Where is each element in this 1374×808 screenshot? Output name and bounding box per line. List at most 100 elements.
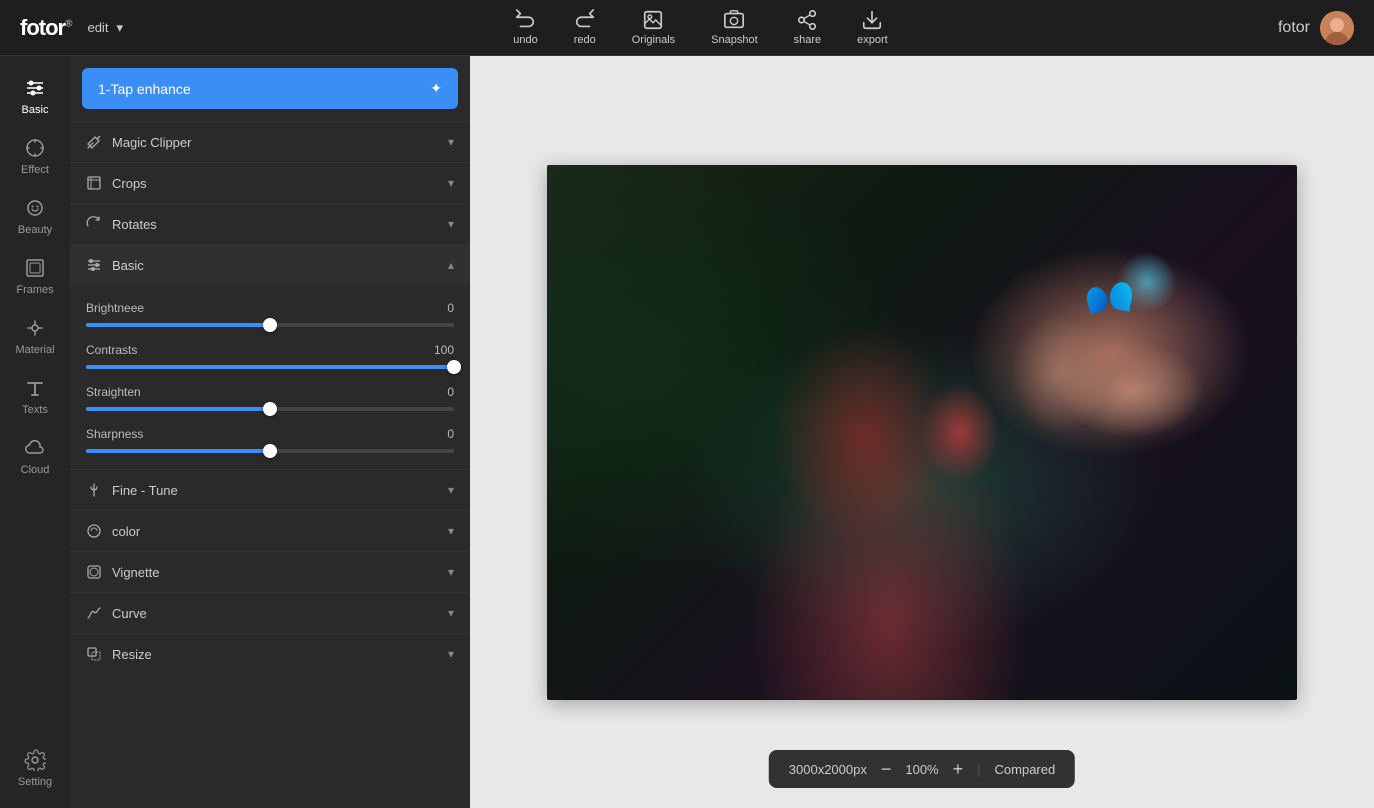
straighten-label-row: Straighten 0 — [86, 385, 454, 399]
straighten-fill — [86, 407, 270, 411]
chevron-right-icon: ▾ — [448, 647, 454, 661]
toolbar-originals[interactable]: Originals — [632, 9, 675, 46]
brightness-label: Brightneee — [86, 301, 144, 315]
redo-label: redo — [574, 34, 596, 46]
snapshot-label: Snapshot — [711, 34, 757, 46]
sidebar-item-effect[interactable]: Effect — [5, 128, 65, 184]
contrasts-label-row: Contrasts 100 — [86, 343, 454, 357]
contrasts-thumb[interactable] — [447, 360, 461, 374]
sharpness-thumb[interactable] — [263, 444, 277, 458]
magic-clipper-left: Magic Clipper — [86, 134, 191, 150]
straighten-thumb[interactable] — [263, 402, 277, 416]
rotates-label: Rotates — [112, 217, 157, 232]
basic-left: Basic — [86, 257, 144, 273]
avatar-image — [1320, 11, 1354, 45]
chevron-right-icon: ▾ — [448, 524, 454, 538]
resize-label: Resize — [112, 647, 152, 662]
sidebar-item-cloud[interactable]: Cloud — [5, 428, 65, 484]
magic-clipper-icon — [86, 134, 102, 150]
zoom-out-button[interactable]: − — [881, 760, 892, 778]
separator: | — [977, 762, 980, 777]
compared-button[interactable]: Compared — [995, 762, 1056, 777]
beauty-icon — [23, 196, 47, 220]
toolbar-undo[interactable]: undo — [513, 9, 537, 46]
export-icon — [861, 9, 883, 31]
crops-section[interactable]: Crops ▾ — [70, 162, 470, 203]
vignette-icon — [86, 564, 102, 580]
effect-icon — [23, 136, 47, 160]
sidebar-effect-label: Effect — [21, 164, 49, 176]
contrasts-track[interactable] — [86, 365, 454, 369]
basic-section-label: Basic — [112, 258, 144, 273]
sidebar-item-frames[interactable]: Frames — [5, 248, 65, 304]
cloud-icon — [23, 436, 47, 460]
basic-section-header[interactable]: Basic ▴ — [70, 244, 470, 285]
enhance-button[interactable]: 1-Tap enhance ✦ — [82, 68, 458, 109]
canvas-area: 3000x2000px − 100% + | Compared — [470, 56, 1374, 808]
vignette-left: Vignette — [86, 564, 159, 580]
chevron-right-icon: ▾ — [448, 565, 454, 579]
material-icon — [23, 316, 47, 340]
toolbar-snapshot[interactable]: Snapshot — [711, 9, 757, 46]
undo-label: undo — [513, 34, 537, 46]
color-label: color — [112, 524, 140, 539]
originals-label: Originals — [632, 34, 675, 46]
curve-section[interactable]: Curve ▾ — [70, 592, 470, 633]
brightness-slider-row: Brightneee 0 — [86, 301, 454, 327]
zoom-level: 100% — [905, 762, 938, 777]
basic-sliders-icon — [86, 257, 102, 273]
sidebar-item-texts[interactable]: Texts — [5, 368, 65, 424]
sidebar-setting-label: Setting — [18, 776, 52, 788]
undo-icon — [514, 9, 536, 31]
brightness-label-row: Brightneee 0 — [86, 301, 454, 315]
resize-section[interactable]: Resize ▾ — [70, 633, 470, 674]
magic-clipper-section[interactable]: Magic Clipper ▾ — [70, 121, 470, 162]
share-label: share — [794, 34, 822, 46]
contrasts-label: Contrasts — [86, 343, 137, 357]
brightness-track[interactable] — [86, 323, 454, 327]
toolbar-export[interactable]: export — [857, 9, 888, 46]
sidebar-beauty-label: Beauty — [18, 224, 52, 236]
export-label: export — [857, 34, 888, 46]
crops-label: Crops — [112, 176, 147, 191]
sidebar-item-beauty[interactable]: Beauty — [5, 188, 65, 244]
user-avatar[interactable] — [1320, 11, 1354, 45]
curve-icon — [86, 605, 102, 621]
straighten-slider-row: Straighten 0 — [86, 385, 454, 411]
snapshot-icon — [723, 9, 745, 31]
sharpness-slider-row: Sharpness 0 — [86, 427, 454, 453]
user-label: fotor — [1278, 19, 1310, 37]
top-bar-left: fotor® edit ▾ — [20, 15, 123, 41]
butterfly-wing-right — [1108, 280, 1135, 311]
butterfly-wing-left — [1084, 285, 1110, 314]
magic-wand-icon: ✦ — [430, 80, 442, 97]
color-section[interactable]: color ▾ — [70, 510, 470, 551]
brightness-thumb[interactable] — [263, 318, 277, 332]
frames-icon — [23, 256, 47, 280]
edit-label: edit — [87, 20, 108, 35]
sidebar-cloud-label: Cloud — [21, 464, 50, 476]
basic-sliders: Brightneee 0 Contrasts 100 — [70, 301, 470, 469]
resize-icon — [86, 646, 102, 662]
sidebar-item-basic[interactable]: Basic — [5, 68, 65, 124]
vignette-section[interactable]: Vignette ▾ — [70, 551, 470, 592]
side-nav: Basic Effect Beauty — [0, 56, 70, 808]
rotates-left: Rotates — [86, 216, 157, 232]
sharpness-track[interactable] — [86, 449, 454, 453]
toolbar-redo[interactable]: redo — [574, 9, 596, 46]
zoom-in-button[interactable]: + — [953, 760, 964, 778]
rotates-section[interactable]: Rotates ▾ — [70, 203, 470, 244]
sharpness-fill — [86, 449, 270, 453]
curve-label: Curve — [112, 606, 147, 621]
straighten-track[interactable] — [86, 407, 454, 411]
sidebar-item-material[interactable]: Material — [5, 308, 65, 364]
brightness-fill — [86, 323, 270, 327]
toolbar-share[interactable]: share — [794, 9, 822, 46]
chevron-right-icon: ▾ — [448, 483, 454, 497]
sidebar-item-setting[interactable]: Setting — [5, 740, 65, 796]
crops-icon — [86, 175, 102, 191]
butterfly — [1087, 282, 1132, 317]
fine-tune-section[interactable]: Fine - Tune ▾ — [70, 469, 470, 510]
contrasts-value: 100 — [434, 343, 454, 357]
edit-button[interactable]: edit ▾ — [87, 20, 123, 36]
